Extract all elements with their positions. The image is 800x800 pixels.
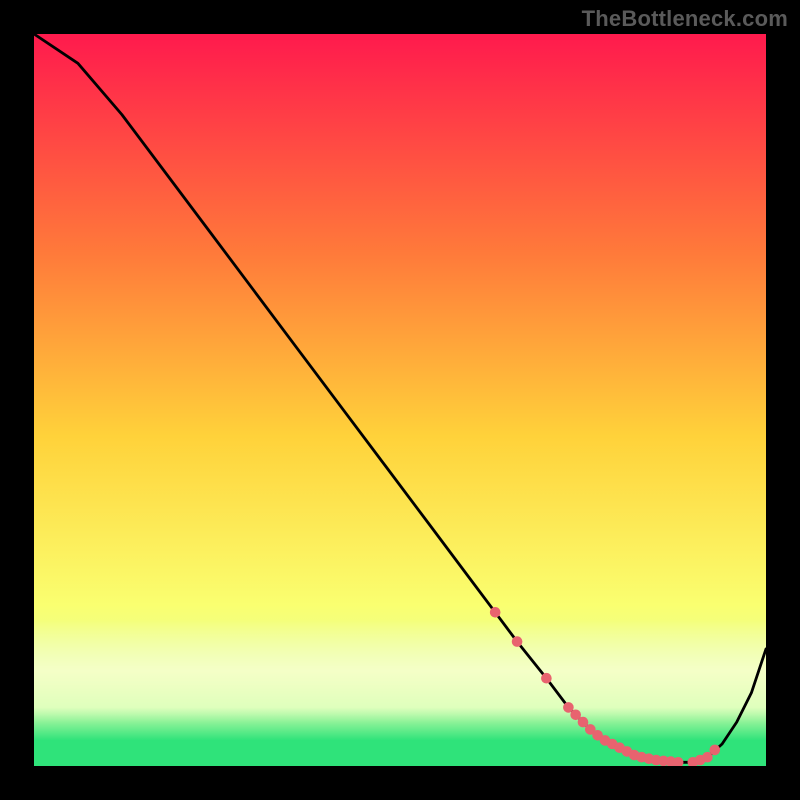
glow-band xyxy=(34,620,766,722)
highlight-dot xyxy=(490,607,501,618)
chart-frame: TheBottleneck.com xyxy=(0,0,800,800)
highlight-dot xyxy=(541,673,552,684)
watermark-label: TheBottleneck.com xyxy=(582,6,788,32)
highlight-dot xyxy=(710,745,721,756)
highlight-dot xyxy=(512,636,523,647)
chart-plot-area xyxy=(34,34,766,766)
chart-svg xyxy=(34,34,766,766)
